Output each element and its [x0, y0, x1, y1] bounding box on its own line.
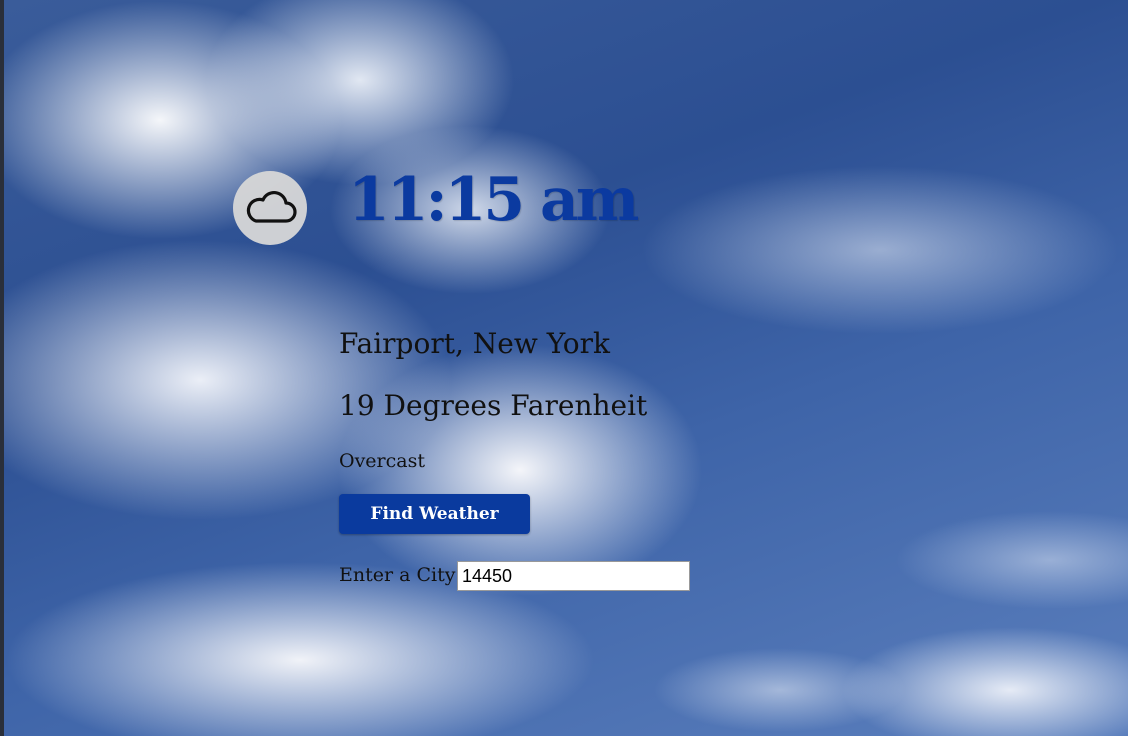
current-time: 11:15 am	[348, 165, 639, 235]
window-edge	[0, 0, 4, 736]
city-input-label: Enter a City	[339, 564, 456, 586]
cloud-icon	[246, 190, 297, 223]
city-input[interactable]	[457, 561, 690, 591]
weather-icon-badge	[233, 171, 307, 245]
sky-background	[0, 0, 1128, 736]
location-name: Fairport, New York	[339, 327, 610, 360]
temperature-reading: 19 Degrees Farenheit	[339, 389, 648, 422]
weather-condition: Overcast	[339, 450, 425, 472]
find-weather-button[interactable]: Find Weather	[339, 494, 530, 534]
